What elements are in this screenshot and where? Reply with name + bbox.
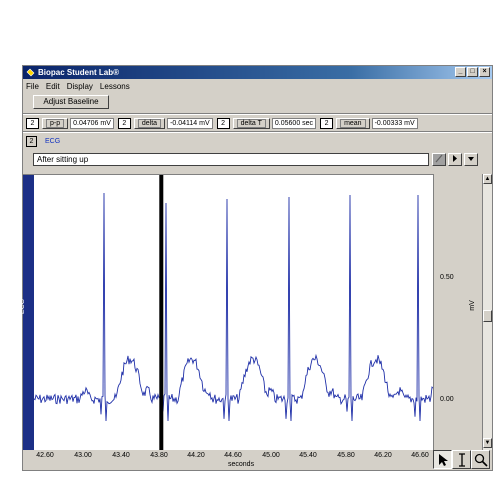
measurement-channel-4[interactable]: 2: [320, 117, 334, 129]
chevron-down-icon[interactable]: [464, 153, 478, 166]
measurement-type-4[interactable]: mean: [336, 117, 370, 129]
ecg-waveform: [34, 175, 433, 451]
arrow-icon[interactable]: [433, 450, 452, 469]
measurement-value-4: -0.00333 mV: [371, 117, 418, 129]
vertical-scrollbar[interactable]: ▲ ▼: [482, 174, 492, 450]
measurement-channel-3[interactable]: 2: [216, 117, 230, 129]
amplitude-scale[interactable]: 0.50 0.00 mV: [433, 174, 482, 450]
play-arrow-icon[interactable]: [448, 153, 462, 166]
x-tick-label: 45.00: [262, 452, 280, 459]
measurement-channel-1[interactable]: 2: [26, 117, 39, 129]
scroll-down-arrow-icon[interactable]: ▼: [483, 438, 492, 448]
magnifier-icon[interactable]: [471, 450, 490, 469]
x-tick-label: 45.40: [299, 452, 317, 459]
ecg-trace: [34, 192, 433, 422]
channel-strip-label: ECG: [19, 298, 27, 315]
tool-palette: [433, 450, 490, 469]
divider: [23, 131, 492, 133]
title-bar: Biopac Student Lab® _ □ ×: [23, 66, 492, 79]
biopac-logo-icon: [26, 68, 35, 77]
measurement-value-2: -0.04114 mV: [167, 117, 213, 129]
measurement-channel-2[interactable]: 2: [117, 117, 131, 129]
x-axis-label: seconds: [228, 461, 255, 468]
x-tick-label: 44.20: [187, 452, 205, 459]
menu-file[interactable]: File: [26, 82, 39, 91]
menu-bar: File Edit Display Lessons: [23, 80, 492, 92]
journal-field[interactable]: After sitting up: [33, 153, 429, 166]
menu-lessons[interactable]: Lessons: [100, 82, 130, 91]
x-tick-label: 42.60: [36, 452, 54, 459]
app-window: Biopac Student Lab® _ □ × File Edit Disp…: [19, 65, 493, 471]
y-tick-label: 0.00: [440, 396, 454, 403]
x-tick-label: 43.00: [74, 452, 92, 459]
scroll-up-arrow-icon[interactable]: ▲: [483, 174, 492, 184]
time-cursor[interactable]: [159, 175, 164, 451]
window-title: Biopac Student Lab®: [38, 68, 120, 77]
menu-display[interactable]: Display: [67, 82, 93, 91]
time-axis[interactable]: 42.60 43.00 43.40 43.80 44.20 44.60 45.0…: [23, 450, 433, 470]
x-tick-label: 46.60: [411, 452, 429, 459]
adjust-baseline-button[interactable]: Adjust Baseline: [33, 95, 109, 109]
measurement-type-2[interactable]: delta: [133, 117, 166, 129]
measurement-value-1: 0.04706 mV: [70, 117, 114, 129]
measurement-row: 2 p-p 0.04706 mV 2 delta -0.04114 mV 2 d…: [26, 117, 422, 129]
x-tick-label: 45.80: [337, 452, 355, 459]
menu-edit[interactable]: Edit: [46, 82, 60, 91]
measurement-value-3: 0.05600 sec: [271, 117, 317, 129]
x-tick-label: 46.20: [374, 452, 392, 459]
measurement-type-1[interactable]: p-p: [42, 117, 69, 129]
marker-icon[interactable]: [432, 153, 446, 166]
channel-label-strip[interactable]: ECG: [19, 175, 34, 451]
x-tick-label: 44.60: [224, 452, 242, 459]
divider: [23, 113, 492, 115]
minimize-button[interactable]: _: [455, 67, 466, 77]
close-button[interactable]: ×: [479, 67, 490, 77]
x-tick-label: 43.40: [112, 452, 130, 459]
channel-row: 2 ECG: [26, 135, 60, 148]
scroll-thumb[interactable]: [483, 310, 492, 322]
x-tick-label: 43.80: [150, 452, 168, 459]
maximize-button[interactable]: □: [467, 67, 478, 77]
channel-number-button[interactable]: 2: [26, 136, 37, 147]
measurement-type-3[interactable]: delta T: [232, 117, 270, 129]
i-beam-icon[interactable]: [452, 450, 471, 469]
channel-name: ECG: [45, 138, 61, 145]
y-unit-label: mV: [468, 300, 476, 311]
waveform-plot[interactable]: ECG: [19, 174, 433, 451]
y-tick-label: 0.50: [440, 274, 454, 281]
